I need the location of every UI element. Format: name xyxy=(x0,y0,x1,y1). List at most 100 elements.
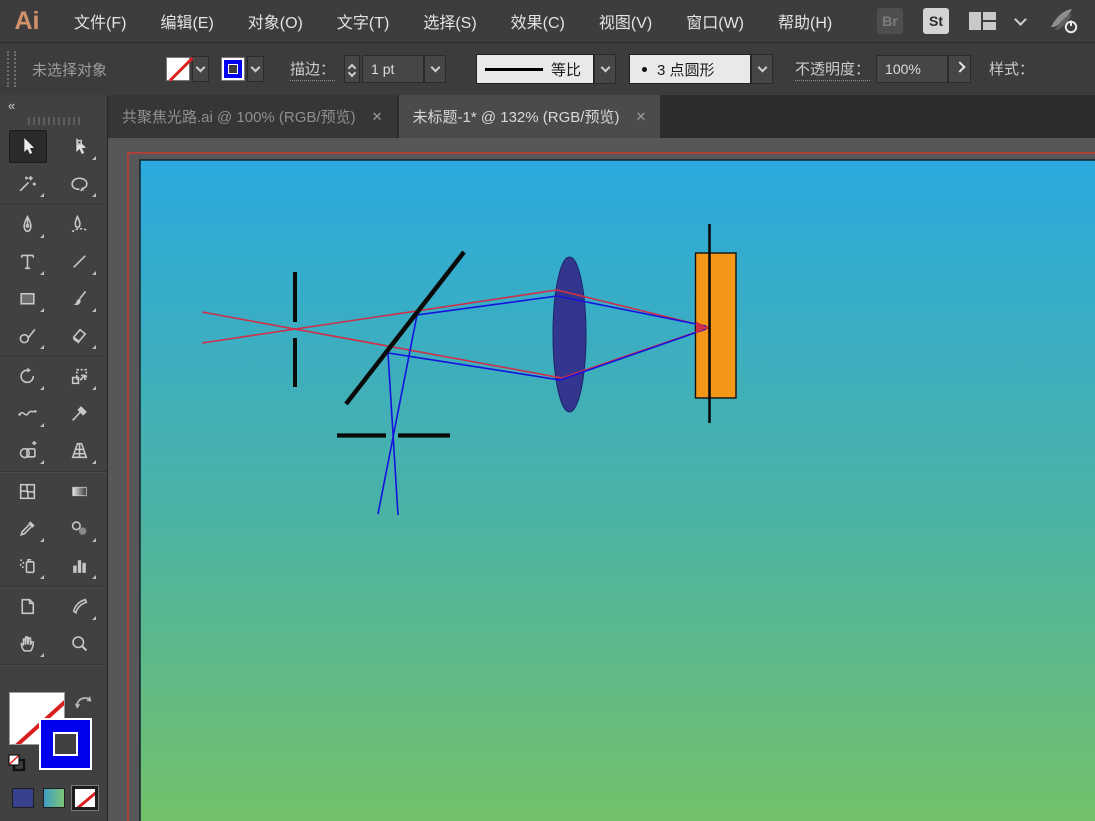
tab-title: 未标题-1* @ 132% (RGB/预览) xyxy=(412,109,620,126)
magic-wand-tool[interactable] xyxy=(9,167,47,200)
collapse-panel-button[interactable]: « xyxy=(8,98,15,113)
shape-builder-tool[interactable] xyxy=(9,434,47,467)
opacity-label[interactable]: 不透明度： xyxy=(795,58,871,81)
stock-button[interactable]: St xyxy=(923,8,949,34)
document-area: 共聚焦光路.ai @ 100% (RGB/预览) ✕ 未标题-1* @ 132%… xyxy=(108,95,1095,821)
mesh-tool[interactable] xyxy=(9,475,47,508)
stroke-weight-label[interactable]: 描边： xyxy=(290,58,336,81)
menu-items: 文件(F) 编辑(E) 对象(O) 文字(T) 选择(S) 效果(C) 视图(V… xyxy=(74,9,832,33)
opacity-input[interactable]: 100% xyxy=(876,55,949,83)
stroke-dropdown-button[interactable] xyxy=(247,56,264,82)
control-bar: 未选择对象 描边： 1 pt 等比 3 点圆形 不透明度： 100% 样式： xyxy=(0,42,1095,96)
zoom-tool[interactable] xyxy=(61,627,99,660)
brush-preview-dot-icon xyxy=(642,66,648,72)
profile-dropdown-button[interactable] xyxy=(594,54,617,84)
default-fill-stroke-icon[interactable] xyxy=(7,753,29,773)
shaper-tool[interactable] xyxy=(9,319,47,352)
none-mode-button[interactable] xyxy=(72,786,98,810)
chevron-down-icon xyxy=(250,62,261,72)
lens-ellipse[interactable] xyxy=(552,256,587,413)
symbol-sprayer-tool[interactable] xyxy=(9,549,47,582)
puppet-warp-tool[interactable] xyxy=(61,397,99,430)
width-tool[interactable] xyxy=(9,397,47,430)
fill-dropdown-button[interactable] xyxy=(192,56,209,82)
menu-file[interactable]: 文件(F) xyxy=(74,9,126,33)
rectangle-tool[interactable] xyxy=(9,282,47,315)
lasso-tool[interactable] xyxy=(61,167,99,200)
fill-stroke-proxy xyxy=(0,686,107,786)
column-graph-tool[interactable] xyxy=(61,549,99,582)
fill-color-swatch[interactable] xyxy=(166,57,194,82)
gpu-performance-icon[interactable] xyxy=(1045,7,1079,35)
artboard-tool[interactable] xyxy=(9,590,47,623)
type-tool[interactable] xyxy=(9,245,47,278)
selection-status: 未选择对象 xyxy=(32,61,108,79)
chevron-down-icon xyxy=(195,62,206,72)
canvas-viewport[interactable] xyxy=(108,138,1095,821)
profile-label: 等比 xyxy=(551,61,582,79)
line-segment-tool[interactable] xyxy=(61,245,99,278)
rotate-tool[interactable] xyxy=(9,360,47,393)
stroke-ring-icon xyxy=(224,60,242,78)
slice-tool[interactable] xyxy=(61,590,99,623)
menu-bar: Ai 文件(F) 编辑(E) 对象(O) 文字(T) 选择(S) 效果(C) 视… xyxy=(0,0,1095,42)
color-mode-button[interactable] xyxy=(12,788,34,808)
menu-select[interactable]: 选择(S) xyxy=(423,9,476,33)
eyedropper-tool[interactable] xyxy=(9,512,47,545)
blend-tool[interactable] xyxy=(61,512,99,545)
menu-type[interactable]: 文字(T) xyxy=(337,9,389,33)
chevron-down-icon xyxy=(600,62,610,72)
stroke-color-swatch[interactable] xyxy=(221,57,245,81)
stroke-weight-input[interactable]: 1 pt xyxy=(362,55,425,83)
selection-tool[interactable] xyxy=(8,130,47,163)
eraser-tool[interactable] xyxy=(61,319,99,352)
style-label[interactable]: 样式： xyxy=(989,58,1034,80)
hand-tool[interactable] xyxy=(9,627,47,660)
pen-tool[interactable] xyxy=(9,208,47,241)
tools-panel-grip[interactable] xyxy=(27,117,80,125)
artwork-svg[interactable] xyxy=(108,138,1095,821)
menu-edit[interactable]: 编辑(E) xyxy=(160,9,213,33)
no-fill-slash-icon xyxy=(168,57,194,82)
brush-dropdown-button[interactable] xyxy=(751,54,774,84)
control-bar-grip[interactable] xyxy=(7,51,16,87)
curvature-tool[interactable] xyxy=(61,208,99,241)
stroke-weight-stepper[interactable] xyxy=(344,55,361,83)
workspace-chevron-down-icon[interactable] xyxy=(1014,12,1027,26)
document-tab-active[interactable]: 未标题-1* @ 132% (RGB/预览) ✕ xyxy=(398,95,661,138)
tools-panel: « xyxy=(0,95,108,821)
document-tab-inactive[interactable]: 共聚焦光路.ai @ 100% (RGB/预览) ✕ xyxy=(108,95,397,138)
bridge-button[interactable]: Br xyxy=(877,8,903,34)
menu-help[interactable]: 帮助(H) xyxy=(778,9,832,33)
stroke-weight-dropdown[interactable] xyxy=(424,55,447,83)
close-tab-icon[interactable]: ✕ xyxy=(635,109,646,125)
stroke-proxy-swatch[interactable] xyxy=(39,718,92,770)
menu-view[interactable]: 视图(V) xyxy=(599,9,652,33)
opacity-panel-button[interactable] xyxy=(948,55,972,83)
workspace-switcher-icon[interactable] xyxy=(969,12,996,30)
menu-effect[interactable]: 效果(C) xyxy=(511,9,565,33)
brush-label: 3 点圆形 xyxy=(657,61,715,79)
direct-selection-tool[interactable] xyxy=(61,130,99,163)
menu-window[interactable]: 窗口(W) xyxy=(686,9,744,33)
scale-tool[interactable] xyxy=(61,360,99,393)
close-tab-icon[interactable]: ✕ xyxy=(372,109,383,125)
menu-object[interactable]: 对象(O) xyxy=(248,9,303,33)
variable-width-profile-button[interactable]: 等比 xyxy=(476,54,595,84)
chevron-down-icon xyxy=(430,62,440,72)
illustrator-logo: Ai xyxy=(14,6,40,35)
gradient-mode-button[interactable] xyxy=(43,788,65,808)
no-color-slash-icon xyxy=(75,789,95,807)
chevron-down-icon xyxy=(757,62,767,72)
brush-definition-button[interactable]: 3 点圆形 xyxy=(629,54,752,84)
perspective-grid-tool[interactable] xyxy=(61,434,99,467)
gradient-tool[interactable] xyxy=(61,475,99,508)
tab-title: 共聚焦光路.ai @ 100% (RGB/预览) xyxy=(122,109,356,126)
swap-fill-stroke-icon[interactable] xyxy=(74,693,94,710)
artboard-background[interactable] xyxy=(139,159,1095,821)
stroke-profile-preview xyxy=(485,67,544,71)
paintbrush-tool[interactable] xyxy=(61,282,99,315)
drawing-mode-buttons xyxy=(0,786,107,810)
chevron-right-icon xyxy=(953,61,966,73)
document-tab-bar: 共聚焦光路.ai @ 100% (RGB/预览) ✕ 未标题-1* @ 132%… xyxy=(108,95,1095,138)
